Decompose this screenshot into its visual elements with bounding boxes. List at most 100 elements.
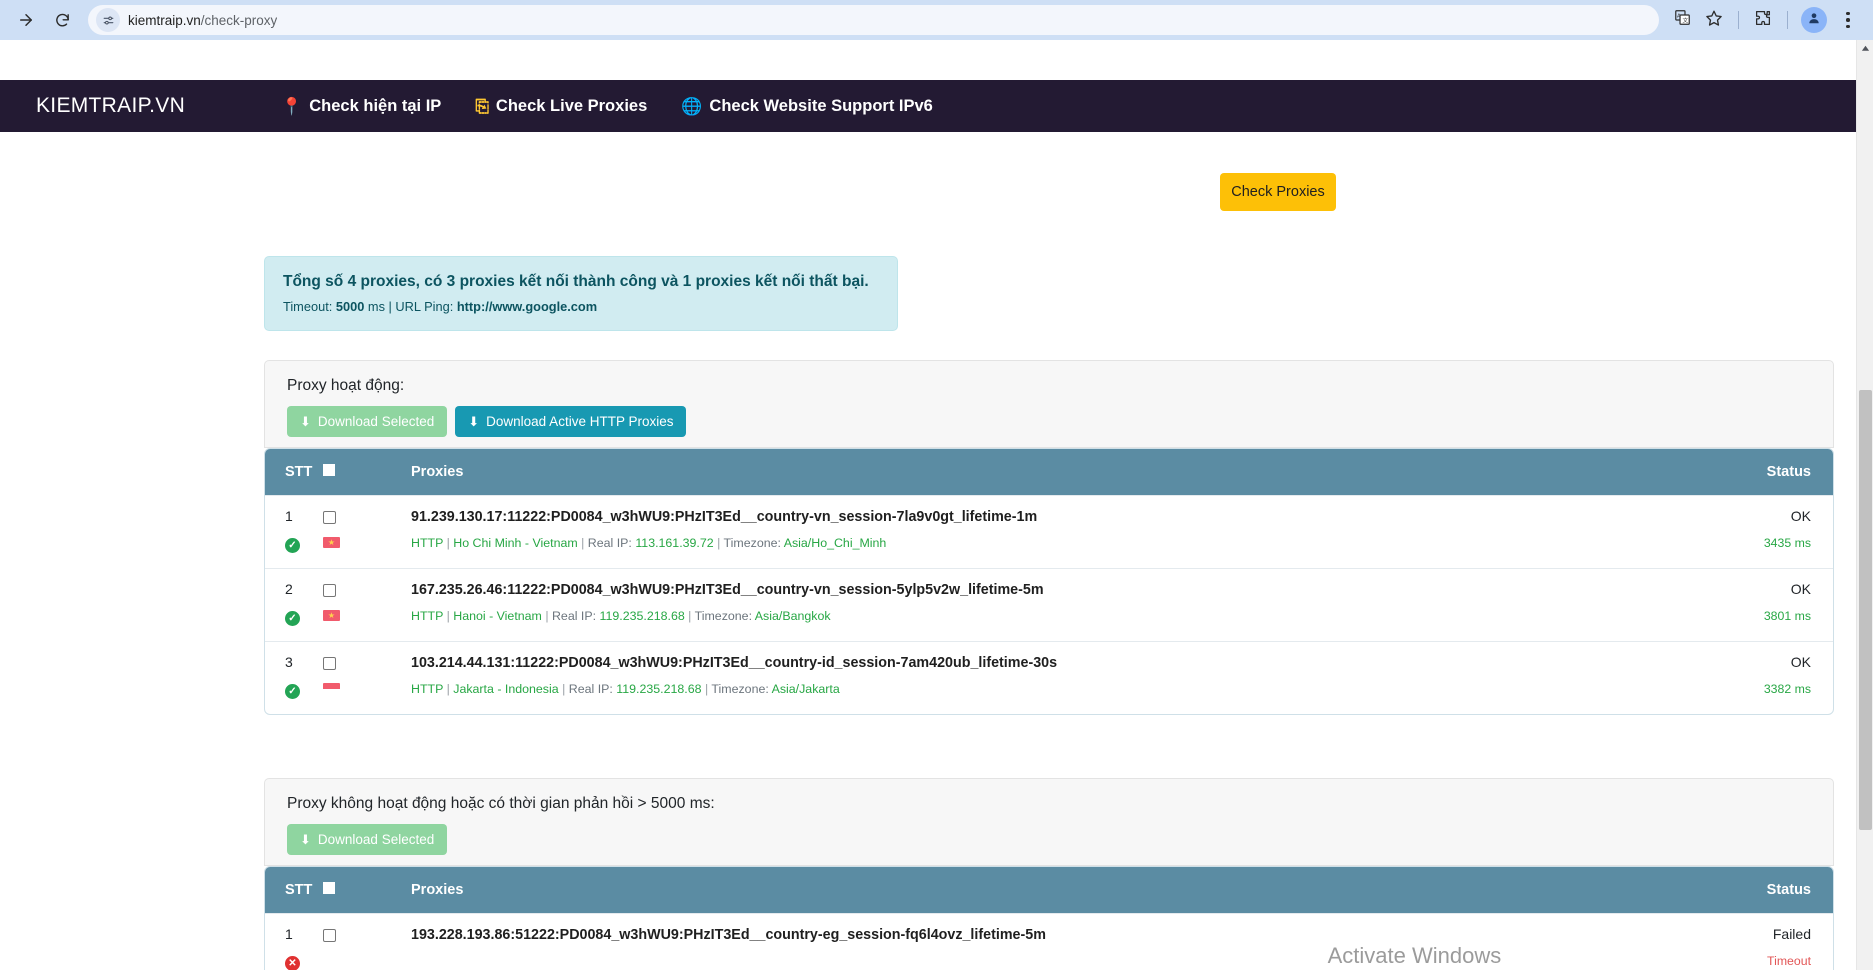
download-selected-failed-button[interactable]: ⬇ Download Selected	[287, 824, 448, 855]
nav-link-label: Check Website Support IPv6	[709, 96, 933, 115]
failed-proxies-title: Proxy không hoạt động hoặc có thời gian …	[287, 795, 715, 812]
proxy-city: Jakarta	[453, 682, 494, 697]
proxy-country: Indonesia	[504, 682, 559, 697]
select-all-checkbox[interactable]	[323, 464, 335, 476]
download-icon: ⬇	[300, 832, 311, 847]
row-proxy-cell: 103.214.44.131:11222:PD0084_w3hWU9:PHzIT…	[411, 655, 1703, 702]
row-index-cell: 1 ✕	[265, 926, 323, 970]
header-select-all[interactable]	[323, 882, 411, 898]
failure-reason-text: Timeout	[1767, 954, 1811, 969]
download-active-http-proxies-button[interactable]: ⬇ Download Active HTTP Proxies	[455, 406, 687, 437]
row-proxy-cell: 91.239.130.17:11222:PD0084_w3hWU9:PHzIT3…	[411, 509, 1703, 556]
row-status-cell: OK 3435 ms	[1703, 508, 1833, 556]
download-circle-icon: ⎘	[475, 96, 489, 116]
real-ip-value: 119.235.218.68	[599, 609, 685, 624]
real-ip-label: Real IP:	[587, 536, 632, 551]
proxy-country: Vietnam	[532, 536, 578, 551]
address-bar[interactable]: kiemtraip.vn/check-proxy	[88, 5, 1659, 35]
header-stt: STT	[285, 882, 313, 898]
page-content: Check Proxies Tổng số 4 proxies, có 3 pr…	[0, 40, 1856, 970]
select-all-checkbox[interactable]	[323, 882, 335, 894]
url-host: kiemtraip.vn	[128, 12, 201, 28]
proxy-protocol: HTTP	[411, 536, 444, 551]
url-path: /check-proxy	[200, 12, 278, 28]
timezone-value: Asia/Ho_Chi_Minh	[783, 536, 887, 551]
check-circle-icon: ✓	[285, 609, 323, 627]
svg-text:A: A	[1677, 14, 1681, 20]
profile-button[interactable]	[1801, 7, 1827, 33]
bookmark-button[interactable]	[1699, 5, 1729, 35]
site-navbar: KIEMTRAIP.VN 📍 Check hiện tại IP ⎘ Check…	[0, 80, 1856, 132]
timeout-label: Timeout:	[283, 299, 333, 315]
nav-link-check-current-ip[interactable]: 📍 Check hiện tại IP	[281, 97, 441, 116]
download-icon: ⬇	[300, 414, 311, 429]
status-text: OK	[1790, 508, 1811, 524]
row-index-cell: 2 ✓	[265, 581, 323, 629]
nav-link-check-website-support-ipv6[interactable]: 🌐 Check Website Support IPv6	[681, 97, 933, 116]
active-proxies-table: STT Proxies Status 1 ✓ ★ 91.239.130.17:1…	[264, 448, 1834, 715]
download-selected-active-button[interactable]: ⬇ Download Selected	[287, 406, 448, 437]
row-checkbox[interactable]	[323, 584, 336, 597]
row-checkbox[interactable]	[323, 929, 336, 942]
reload-button[interactable]	[46, 4, 78, 36]
star-icon	[1705, 9, 1723, 32]
browser-menu-button[interactable]	[1833, 5, 1863, 35]
location-pin-icon: 📍	[281, 96, 303, 116]
puzzle-icon	[1754, 9, 1772, 32]
latency-text: 3801 ms	[1763, 609, 1811, 624]
active-proxies-panel: Proxy hoạt động: ⬇ Download Selected ⬇ D…	[264, 360, 1834, 448]
page-scrollbar[interactable]	[1856, 40, 1873, 970]
status-text: OK	[1790, 654, 1811, 670]
timezone-label: Timezone:	[723, 536, 781, 551]
timeout-unit: ms	[367, 299, 385, 315]
header-select-all[interactable]	[323, 464, 411, 480]
flag-id-icon	[323, 683, 340, 694]
header-status: Status	[1766, 464, 1811, 480]
timezone-value: Asia/Jakarta	[771, 682, 840, 697]
row-status-cell: Failed Timeout	[1703, 926, 1833, 970]
table-row: 2 ✓ ★ 167.235.26.46:11222:PD0084_w3hWU9:…	[265, 568, 1833, 641]
row-status-cell: OK 3382 ms	[1703, 654, 1833, 702]
proxy-protocol: HTTP	[411, 609, 444, 624]
download-icon: ⬇	[468, 414, 480, 429]
scrollbar-thumb[interactable]	[1859, 390, 1872, 830]
download-selected-failed-label: Download Selected	[317, 832, 435, 847]
nav-link-check-live-proxies[interactable]: ⎘ Check Live Proxies	[475, 97, 647, 116]
proxy-protocol: HTTP	[411, 682, 444, 697]
header-proxies: Proxies	[411, 882, 464, 898]
latency-text: 3435 ms	[1763, 536, 1811, 551]
page-viewport: Check Proxies Tổng số 4 proxies, có 3 pr…	[0, 40, 1873, 970]
active-proxies-buttons: ⬇ Download Selected ⬇ Download Active HT…	[265, 395, 1833, 450]
x-circle-icon: ✕	[285, 954, 323, 970]
row-select-cell	[323, 927, 411, 970]
scroll-up-arrow[interactable]	[1857, 40, 1873, 57]
proxy-string: 91.239.130.17:11222:PD0084_w3hWU9:PHzIT3…	[411, 509, 1038, 525]
extensions-button[interactable]	[1748, 5, 1778, 35]
row-index: 2	[285, 581, 293, 597]
forward-button[interactable]	[10, 4, 42, 36]
row-checkbox[interactable]	[323, 657, 336, 670]
row-index-cell: 1 ✓	[265, 508, 323, 556]
summary-alert: Tổng số 4 proxies, có 3 proxies kết nối …	[264, 256, 898, 332]
row-index: 1	[285, 508, 293, 524]
row-select-cell	[323, 655, 411, 702]
row-proxy-cell: 167.235.26.46:11222:PD0084_w3hWU9:PHzIT3…	[411, 582, 1703, 629]
latency-text: 3382 ms	[1763, 682, 1811, 697]
active-table-header: STT Proxies Status	[265, 449, 1833, 495]
globe-icon: 🌐	[681, 96, 703, 116]
site-nav-links: 📍 Check hiện tại IP ⎘ Check Live Proxies…	[281, 97, 933, 116]
site-brand[interactable]: KIEMTRAIP.VN	[36, 94, 185, 118]
real-ip-label: Real IP:	[551, 609, 597, 624]
avatar-icon	[1807, 11, 1821, 30]
check-proxies-button[interactable]: Check Proxies	[1220, 173, 1336, 211]
translate-icon: A文	[1674, 9, 1691, 31]
proxy-meta: HTTP | Jakarta - Indonesia | Real IP: 11…	[411, 682, 840, 697]
row-checkbox[interactable]	[323, 511, 336, 524]
flag-vn-icon: ★	[323, 537, 340, 548]
translate-button[interactable]: A文	[1667, 5, 1697, 35]
table-row: 1 ✓ ★ 91.239.130.17:11222:PD0084_w3hWU9:…	[265, 495, 1833, 568]
address-bar-text: kiemtraip.vn/check-proxy	[128, 13, 277, 28]
active-proxies-title: Proxy hoạt động:	[287, 377, 405, 394]
site-settings-icon[interactable]	[96, 8, 120, 32]
nav-link-label: Check hiện tại IP	[309, 96, 442, 115]
